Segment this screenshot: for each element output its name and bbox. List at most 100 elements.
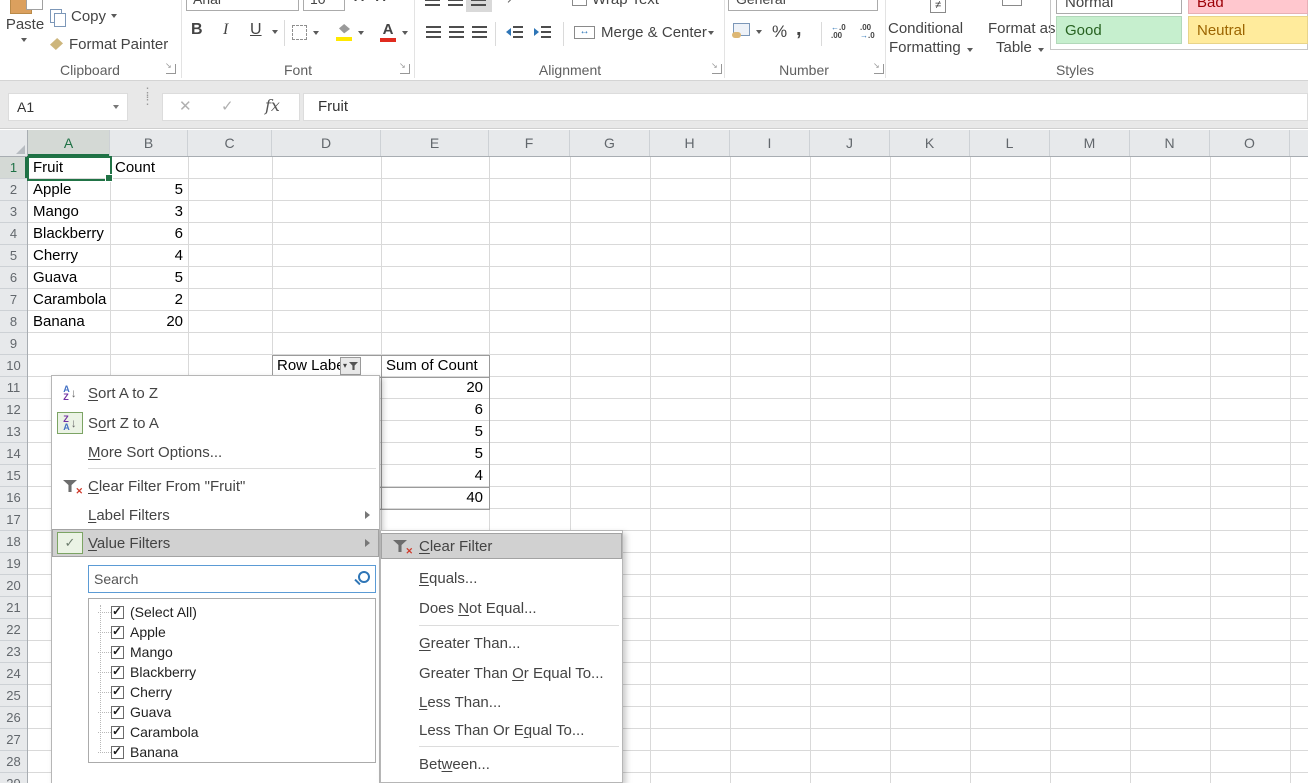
pivot-value-cell[interactable]: 20 xyxy=(381,377,489,399)
pivot-value-cell[interactable]: 5 xyxy=(381,421,489,443)
row-header[interactable]: 3 xyxy=(0,201,27,223)
enter-icon[interactable]: ✓ xyxy=(221,97,234,115)
font-color-button[interactable]: A xyxy=(380,21,396,42)
col-header-K[interactable]: K xyxy=(890,130,970,156)
align-right-icon[interactable] xyxy=(472,26,487,38)
filter-list-item[interactable]: Mango xyxy=(89,642,375,662)
cell[interactable]: Banana xyxy=(28,311,110,333)
col-header-L[interactable]: L xyxy=(970,130,1050,156)
paste-dropdown-icon[interactable] xyxy=(21,38,27,42)
italic-button[interactable]: I xyxy=(223,21,235,39)
align-center-icon[interactable] xyxy=(449,26,464,38)
row-header[interactable]: 16 xyxy=(0,487,27,509)
conditional-formatting-line2[interactable]: Formatting xyxy=(889,39,973,56)
filter-checkbox-list[interactable]: (Select All) Apple Mango Blackberry Cher… xyxy=(88,598,376,763)
cell[interactable]: Guava xyxy=(28,267,110,289)
filter-list-item[interactable]: Cherry xyxy=(89,682,375,702)
conditional-formatting-button[interactable]: Conditional xyxy=(888,20,963,37)
row-header[interactable]: 28 xyxy=(0,751,27,773)
row-header[interactable]: 10 xyxy=(0,355,27,377)
row-header[interactable]: 26 xyxy=(0,707,27,729)
search-icon[interactable] xyxy=(352,570,370,588)
col-header-H[interactable]: H xyxy=(650,130,730,156)
col-header-partial[interactable] xyxy=(1290,130,1308,156)
font-color-dropdown-icon[interactable] xyxy=(402,31,408,35)
filter-list-item[interactable]: Apple xyxy=(89,622,375,642)
row-header[interactable]: 19 xyxy=(0,553,27,575)
format-as-table-line2[interactable]: Table xyxy=(996,39,1044,56)
cell-B1[interactable]: Count xyxy=(110,157,188,179)
accounting-dropdown-icon[interactable] xyxy=(756,30,762,34)
borders-icon[interactable] xyxy=(292,25,307,40)
cell-A1[interactable]: Fruit xyxy=(28,157,110,179)
cell[interactable]: 5 xyxy=(110,179,188,201)
fill-handle[interactable] xyxy=(105,174,113,182)
align-left-icon[interactable] xyxy=(426,26,441,38)
menu-item-value-filters[interactable]: ✓ Value Filters xyxy=(52,529,379,557)
grow-font-icon[interactable]: A˄ A˅ xyxy=(354,0,394,4)
cell[interactable]: Cherry xyxy=(28,245,110,267)
number-format-combo[interactable]: General xyxy=(728,0,878,11)
cell[interactable]: 6 xyxy=(110,223,188,245)
submenu-item-greater-than[interactable]: Greater Than... xyxy=(381,628,622,658)
underline-button[interactable]: U xyxy=(250,21,264,39)
col-header-N[interactable]: N xyxy=(1130,130,1210,156)
menu-item-more-sort-options[interactable]: More Sort Options... xyxy=(52,438,379,466)
row-header[interactable]: 13 xyxy=(0,421,27,443)
fill-color-dropdown-icon[interactable] xyxy=(358,31,364,35)
col-header-O[interactable]: O xyxy=(1210,130,1290,156)
row-header[interactable]: 8 xyxy=(0,311,27,333)
pivot-value-cell[interactable]: 4 xyxy=(381,465,489,487)
name-box-dropdown-icon[interactable] xyxy=(113,105,119,109)
merge-center-dropdown-icon[interactable] xyxy=(708,31,714,35)
bold-button[interactable]: B xyxy=(191,21,207,39)
format-as-table-button[interactable]: Format as xyxy=(988,20,1056,37)
row-header[interactable]: 21 xyxy=(0,597,27,619)
checkbox-checked-icon[interactable] xyxy=(111,626,124,639)
row-header[interactable]: 24 xyxy=(0,663,27,685)
number-dialog-launcher-icon[interactable] xyxy=(874,64,884,74)
row-header[interactable]: 22 xyxy=(0,619,27,641)
checkbox-checked-icon[interactable] xyxy=(111,666,124,679)
cancel-icon[interactable]: ✕ xyxy=(179,97,192,115)
filter-search-box[interactable] xyxy=(88,565,376,593)
checkbox-checked-icon[interactable] xyxy=(111,746,124,759)
bottom-align-icon[interactable] xyxy=(471,0,486,6)
filter-list-item[interactable]: Carambola xyxy=(89,722,375,742)
submenu-item-clear-filter[interactable]: Clear Filter xyxy=(381,533,622,559)
style-neutral[interactable]: Neutral xyxy=(1188,16,1308,44)
style-normal[interactable]: Normal xyxy=(1056,0,1182,14)
submenu-item-less-than-or-equal[interactable]: Less Than Or Equal To... xyxy=(381,716,622,744)
col-header-G[interactable]: G xyxy=(570,130,650,156)
pivot-filter-button[interactable]: ▾ xyxy=(340,357,361,375)
select-all-corner[interactable] xyxy=(0,130,28,157)
pivot-grand-total-cell[interactable]: 40 xyxy=(381,487,489,509)
style-bad[interactable]: Bad xyxy=(1188,0,1308,14)
cell[interactable]: 4 xyxy=(110,245,188,267)
comma-style-button[interactable]: , xyxy=(796,18,802,41)
format-painter-button[interactable]: Format Painter xyxy=(50,32,168,56)
row-header[interactable]: 17 xyxy=(0,509,27,531)
col-header-C[interactable]: C xyxy=(188,130,272,156)
cell[interactable]: 5 xyxy=(110,267,188,289)
row-header[interactable]: 23 xyxy=(0,641,27,663)
merge-center-button[interactable]: Merge & Center xyxy=(601,24,707,41)
row-header[interactable]: 4 xyxy=(0,223,27,245)
row-header[interactable]: 12 xyxy=(0,399,27,421)
paste-button[interactable]: Paste xyxy=(2,0,48,56)
cell[interactable]: 3 xyxy=(110,201,188,223)
col-header-F[interactable]: F xyxy=(489,130,570,156)
submenu-item-less-than[interactable]: Less Than... xyxy=(381,688,622,716)
cell[interactable]: 20 xyxy=(110,311,188,333)
pivot-value-cell[interactable]: 5 xyxy=(381,443,489,465)
accounting-format-icon[interactable] xyxy=(733,23,750,36)
menu-item-sort-a-to-z[interactable]: AZ↓ Sort A to Z xyxy=(52,378,379,408)
col-header-M[interactable]: M xyxy=(1050,130,1130,156)
pivot-value-cell[interactable]: 6 xyxy=(381,399,489,421)
row-header[interactable]: 6 xyxy=(0,267,27,289)
font-dialog-launcher-icon[interactable] xyxy=(400,64,410,74)
top-align-icon[interactable] xyxy=(425,0,440,6)
formula-bar-splitter[interactable]: ⋮⋮ xyxy=(141,89,154,103)
row-header[interactable]: 2 xyxy=(0,179,27,201)
pivot-row-labels-header[interactable]: Row Labels xyxy=(272,355,381,377)
